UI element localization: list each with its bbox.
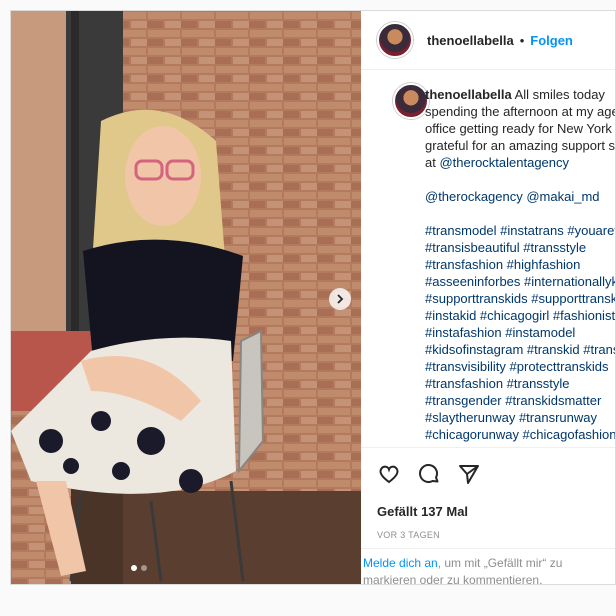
carousel-indicator: [131, 565, 147, 571]
share-icon[interactable]: [457, 462, 481, 486]
caption-username[interactable]: thenoellabella: [425, 87, 512, 102]
mentions-line[interactable]: @therockagency @makai_md: [425, 188, 615, 205]
instagram-post: thenoellabella • Folgen thenoellabella A…: [10, 10, 616, 585]
username-link[interactable]: thenoellabella: [427, 33, 514, 48]
caption-text: thenoellabella All smiles today spending…: [425, 86, 615, 443]
hashtag-line[interactable]: #instafashion #instamodel: [425, 324, 615, 341]
hashtag-line[interactable]: #instakid #chicagogirl #fashionista: [425, 307, 615, 324]
follow-button[interactable]: Folgen: [530, 33, 573, 48]
hashtag-line[interactable]: #transmodel #instatrans #youarevalid: [425, 222, 615, 239]
hashtag-line[interactable]: #transfashion #highfashion: [425, 256, 615, 273]
hashtag-line[interactable]: #kidsofinstagram #transkid #transgirl: [425, 341, 615, 358]
separator: •: [519, 32, 525, 48]
avatar[interactable]: [377, 22, 413, 58]
action-icons: [377, 462, 481, 486]
hashtag-line[interactable]: #transgender #transkidsmatter: [425, 392, 615, 409]
post-side-panel: thenoellabella • Folgen thenoellabella A…: [361, 11, 615, 584]
post-header: thenoellabella • Folgen: [361, 11, 615, 70]
hashtag-line[interactable]: #chicagorunway #chicagofashion: [425, 426, 615, 443]
post-photo[interactable]: [11, 11, 361, 584]
login-link[interactable]: Melde dich an: [363, 556, 438, 570]
chevron-right-icon: [337, 294, 344, 304]
mention-agency[interactable]: @therocktalentagency: [439, 155, 569, 170]
heart-icon[interactable]: [377, 462, 401, 486]
post-actions: Gefällt 137 Mal VOR 3 TAGEN Melde dich a…: [361, 447, 615, 584]
carousel-dot: [131, 565, 137, 571]
hashtag-line[interactable]: #transisbeautiful #transstyle: [425, 239, 615, 256]
carousel-dot: [141, 565, 147, 571]
post-date: VOR 3 TAGEN: [377, 530, 440, 540]
hashtag-line[interactable]: #transvisibility #protecttranskids: [425, 358, 615, 375]
hashtag-line[interactable]: #slaytherunway #transrunway: [425, 409, 615, 426]
hashtag-line[interactable]: #transfashion #transstyle: [425, 375, 615, 392]
post-image: [11, 11, 361, 584]
caption-avatar[interactable]: [393, 83, 429, 119]
login-prompt: Melde dich an, um mit „Gefällt mir“ zu m…: [361, 548, 615, 584]
likes-count[interactable]: Gefällt 137 Mal: [377, 504, 468, 519]
comment-icon[interactable]: [417, 462, 441, 486]
hashtag-line[interactable]: #supporttranskids #supporttranskids: [425, 290, 615, 307]
caption-area: thenoellabella All smiles today spending…: [361, 69, 615, 447]
next-image-button[interactable]: [329, 288, 351, 310]
hashtag-line[interactable]: #asseeninforbes #internationallyknown: [425, 273, 615, 290]
